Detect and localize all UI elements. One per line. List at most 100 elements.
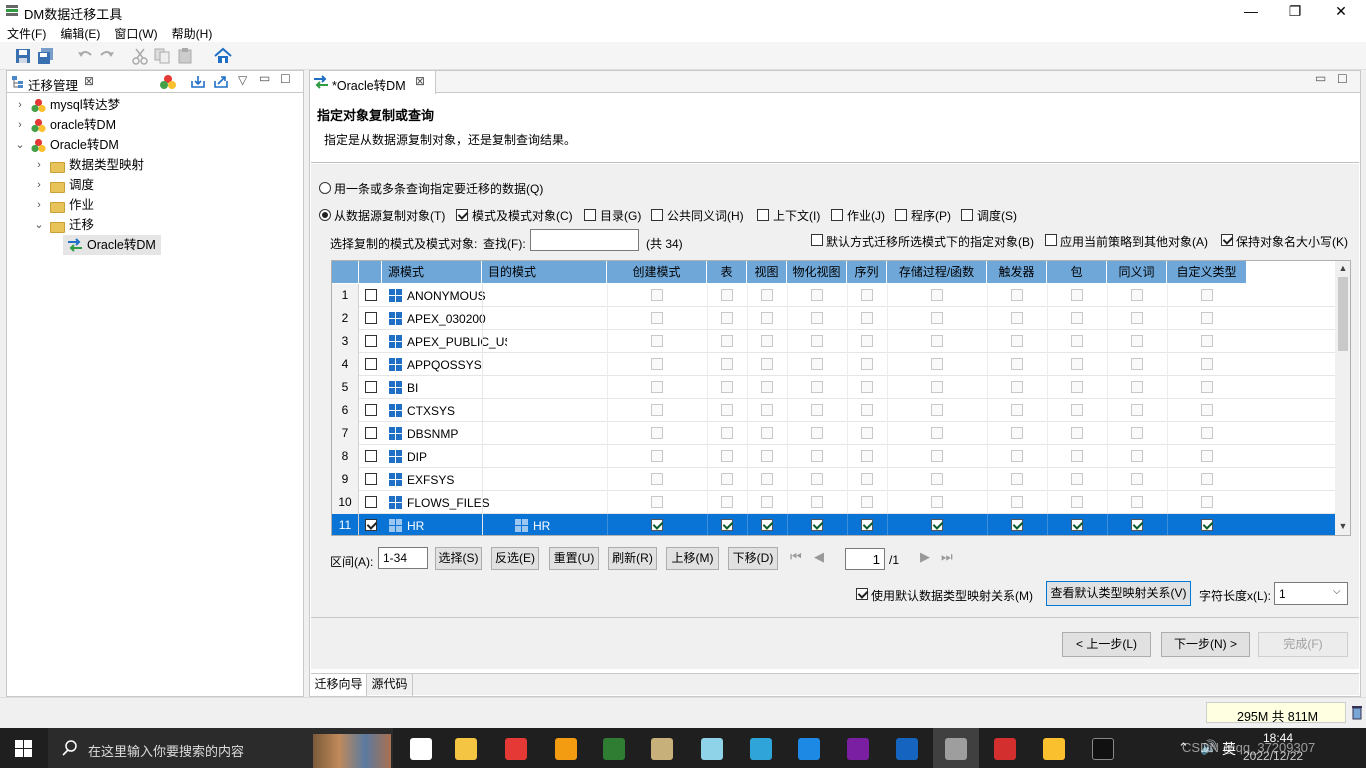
object-type-checkbox[interactable] [761, 358, 773, 370]
object-type-checkbox[interactable] [1131, 450, 1143, 462]
taskbar-search-box[interactable]: 在这里输入你要搜索的内容 [48, 728, 393, 768]
save-all-icon[interactable] [37, 47, 55, 65]
object-type-checkbox[interactable] [1131, 358, 1143, 370]
filter-checkbox[interactable] [757, 209, 769, 221]
object-type-checkbox[interactable] [651, 312, 663, 324]
keep-case-checkbox[interactable] [1221, 234, 1233, 246]
object-type-checkbox[interactable] [1071, 427, 1083, 439]
table-row[interactable]: 1 ANONYMOUS [332, 284, 1335, 307]
object-type-checkbox[interactable] [1011, 404, 1023, 416]
object-type-checkbox[interactable] [721, 358, 733, 370]
object-type-checkbox[interactable] [1011, 473, 1023, 485]
finish-button[interactable]: 完成(F) [1258, 632, 1348, 657]
row-select-checkbox[interactable] [365, 519, 377, 531]
object-type-checkbox[interactable] [651, 335, 663, 347]
object-type-checkbox[interactable] [861, 473, 873, 485]
minimize-button[interactable]: — [1228, 0, 1274, 22]
move-up-button[interactable]: 上移(M) [666, 547, 719, 570]
object-type-checkbox[interactable] [1071, 289, 1083, 301]
object-type-checkbox[interactable] [1131, 404, 1143, 416]
tab-oracle-to-dm[interactable]: *Oracle转DM ⊠ [310, 71, 436, 94]
object-type-checkbox[interactable] [1011, 496, 1023, 508]
object-type-checkbox[interactable] [931, 335, 943, 347]
object-type-checkbox[interactable] [1131, 381, 1143, 393]
close-tab-icon[interactable]: ⊠ [84, 74, 94, 88]
object-type-checkbox[interactable] [651, 404, 663, 416]
scroll-down-icon[interactable]: ▼ [1335, 521, 1350, 531]
object-type-checkbox[interactable] [721, 289, 733, 301]
object-type-checkbox[interactable] [1201, 381, 1213, 393]
object-type-checkbox[interactable] [861, 289, 873, 301]
row-select-checkbox[interactable] [365, 335, 377, 347]
object-type-checkbox[interactable] [651, 427, 663, 439]
filter-checkbox[interactable] [651, 209, 663, 221]
tree-item[interactable]: › 作业 [7, 195, 303, 215]
object-type-checkbox[interactable] [761, 450, 773, 462]
windows-start-icon[interactable] [15, 740, 32, 757]
task-view-icon[interactable] [410, 738, 432, 760]
object-type-checkbox[interactable] [721, 427, 733, 439]
object-type-checkbox[interactable] [1011, 312, 1023, 324]
object-type-checkbox[interactable] [1201, 358, 1213, 370]
tree-item[interactable]: › mysql转达梦 [7, 95, 303, 115]
tree-item[interactable]: Oracle转DM [63, 235, 161, 255]
network-tool-icon[interactable] [896, 738, 918, 760]
row-select-checkbox[interactable] [365, 358, 377, 370]
tab-wizard[interactable]: 迁移向导 [311, 674, 367, 696]
row-select-checkbox[interactable] [365, 496, 377, 508]
object-type-checkbox[interactable] [1011, 381, 1023, 393]
object-type-checkbox[interactable] [1201, 335, 1213, 347]
object-type-checkbox[interactable] [811, 519, 823, 531]
object-type-checkbox[interactable] [861, 381, 873, 393]
object-type-checkbox[interactable] [1201, 496, 1213, 508]
filter-checkbox[interactable] [895, 209, 907, 221]
object-type-checkbox[interactable] [931, 404, 943, 416]
table-row[interactable]: 7 DBSNMP [332, 422, 1335, 445]
object-type-checkbox[interactable] [811, 496, 823, 508]
invert-button[interactable]: 反选(E) [491, 547, 539, 570]
object-type-checkbox[interactable] [811, 335, 823, 347]
object-type-checkbox[interactable] [1201, 519, 1213, 531]
column-header[interactable]: 目的模式 [482, 261, 607, 283]
onenote-icon[interactable] [847, 738, 869, 760]
page-input[interactable] [845, 548, 885, 570]
export-icon[interactable] [213, 75, 229, 89]
object-type-checkbox[interactable] [761, 289, 773, 301]
object-type-checkbox[interactable] [861, 450, 873, 462]
paste-icon[interactable] [176, 47, 194, 65]
code-editor-icon[interactable] [798, 738, 820, 760]
table-row[interactable]: 8 DIP [332, 445, 1335, 468]
menu-edit[interactable]: 编辑(E) [53, 22, 107, 42]
filter-checkbox[interactable] [456, 209, 468, 221]
object-type-checkbox[interactable] [761, 312, 773, 324]
row-select-checkbox[interactable] [365, 427, 377, 439]
column-header[interactable]: 存储过程/函数 [887, 261, 987, 283]
object-type-checkbox[interactable] [931, 358, 943, 370]
close-button[interactable]: ✕ [1318, 0, 1364, 22]
tree-item[interactable]: › 数据类型映射 [7, 155, 303, 175]
object-type-checkbox[interactable] [931, 473, 943, 485]
menu-file[interactable]: 文件(F) [0, 22, 53, 42]
object-type-checkbox[interactable] [761, 519, 773, 531]
prev-page-icon[interactable]: ◀ [814, 549, 824, 565]
vertical-scrollbar[interactable]: ▲ ▼ [1335, 261, 1350, 535]
object-type-checkbox[interactable] [1201, 289, 1213, 301]
object-type-checkbox[interactable] [1011, 450, 1023, 462]
edge-browser-icon[interactable] [750, 738, 772, 760]
object-type-checkbox[interactable] [931, 312, 943, 324]
target-schema[interactable]: HR [533, 519, 550, 533]
tab-source[interactable]: 源代码 [367, 674, 413, 696]
object-type-checkbox[interactable] [811, 404, 823, 416]
row-select-checkbox[interactable] [365, 450, 377, 462]
column-header[interactable]: 自定义类型 [1167, 261, 1247, 283]
object-type-checkbox[interactable] [651, 289, 663, 301]
column-header[interactable]: 序列 [847, 261, 887, 283]
row-select-checkbox[interactable] [365, 289, 377, 301]
object-type-checkbox[interactable] [721, 312, 733, 324]
scroll-up-icon[interactable]: ▲ [1335, 263, 1350, 273]
menu-window[interactable]: 窗口(W) [107, 22, 164, 42]
object-type-checkbox[interactable] [721, 450, 733, 462]
column-header[interactable]: 表 [707, 261, 747, 283]
object-type-checkbox[interactable] [811, 473, 823, 485]
minimize-view-icon[interactable]: ▭ [259, 71, 270, 85]
